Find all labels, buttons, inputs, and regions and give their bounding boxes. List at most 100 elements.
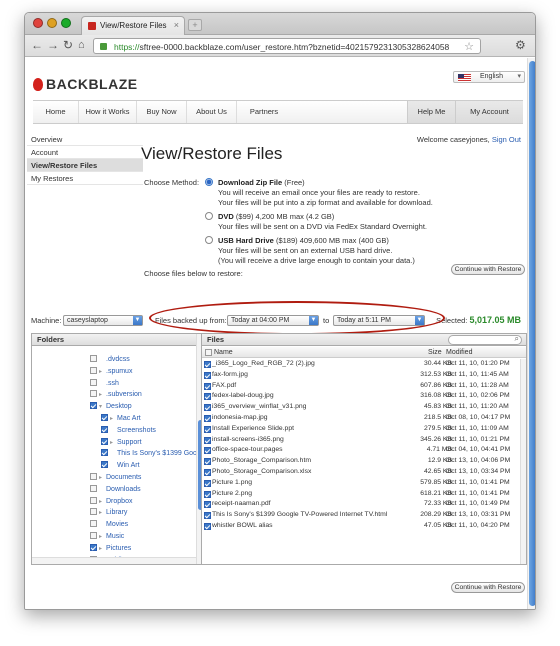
disclosure-closed-icon[interactable]: ▸ [99, 367, 106, 378]
nav-about-us[interactable]: About Us [187, 101, 237, 123]
column-size[interactable]: Size [428, 347, 442, 358]
folder-row[interactable]: ▾ Desktop [90, 401, 132, 412]
file-row[interactable]: FAX.pdf 607.86 KB Oct 11, 10, 11:28 AM [202, 381, 526, 392]
folder-name[interactable]: This Is Sony's $1399 Google... [117, 450, 202, 457]
folder-row[interactable]: .dvdcss [90, 354, 130, 365]
folder-name[interactable]: Win Art [117, 462, 140, 469]
folder-checkbox[interactable] [90, 355, 97, 362]
radio-usb[interactable] [205, 236, 213, 244]
folder-row[interactable]: ▸ Support [101, 437, 142, 448]
file-checkbox[interactable] [204, 469, 211, 476]
folder-row[interactable]: ▸ Mac Art [101, 413, 141, 424]
folder-name[interactable]: .subversion [106, 391, 142, 398]
file-row[interactable]: install-screens-i365.png 345.26 KB Oct 11,… [202, 435, 526, 446]
file-checkbox[interactable] [204, 371, 211, 379]
folder-checkbox[interactable] [90, 543, 97, 551]
folder-name[interactable]: .spumux [106, 368, 132, 375]
file-row[interactable]: indonesia-map.jpg 218.5 KB Oct 08, 10, 04:… [202, 413, 526, 424]
file-checkbox[interactable] [204, 361, 211, 368]
disclosure-closed-icon[interactable]: ▸ [99, 508, 106, 519]
folder-checkbox[interactable] [90, 532, 97, 539]
bookmark-star-icon[interactable]: ☆ [464, 40, 474, 53]
machine-select[interactable]: caseyslaptop ▼ [63, 315, 143, 326]
folder-name[interactable]: Music [106, 533, 124, 540]
home-icon[interactable]: ⌂ [78, 39, 85, 51]
zoom-window-icon[interactable] [61, 18, 71, 28]
folder-name[interactable]: Documents [106, 474, 141, 481]
folder-name[interactable]: .ssh [106, 380, 119, 387]
folder-checkbox[interactable] [101, 425, 108, 433]
folder-checkbox[interactable] [90, 473, 97, 480]
new-tab-button[interactable]: + [188, 19, 202, 31]
files-scrollbar[interactable] [520, 359, 526, 564]
disclosure-closed-icon[interactable]: ▸ [99, 497, 106, 508]
file-row[interactable]: _i365_Logo_Red_RGB_72 (2).jpg 30.44 KB Oct… [202, 359, 526, 370]
folder-row[interactable]: Movies [90, 519, 128, 530]
folder-checkbox[interactable] [90, 402, 97, 410]
back-arrow-icon[interactable]: ← [31, 39, 43, 51]
file-row[interactable]: Photo_Storage_Comparison.htm 12.9 KB Oct 1… [202, 456, 526, 467]
file-row[interactable]: fedex-label-doug.jpg 316.08 KB Oct 11, 10,… [202, 391, 526, 402]
file-row[interactable]: Picture 2.png 618.21 KB Oct 11, 10, 01:41 … [202, 489, 526, 500]
folder-checkbox[interactable] [90, 496, 97, 504]
folder-name[interactable]: Dropbox [106, 498, 132, 505]
folder-row[interactable]: Screenshots [101, 425, 156, 436]
folder-name[interactable]: Library [106, 509, 127, 516]
folder-row[interactable]: ▸ .spumux [90, 366, 132, 377]
folder-checkbox[interactable] [101, 449, 108, 457]
folder-row[interactable]: .ssh [90, 378, 119, 389]
browser-tab[interactable]: View/Restore Files × [81, 16, 185, 35]
folder-checkbox[interactable] [101, 461, 108, 469]
folder-checkbox[interactable] [90, 390, 97, 398]
folder-row[interactable]: ▸ Dropbox [90, 496, 132, 507]
file-checkbox[interactable] [204, 501, 211, 509]
disclosure-closed-icon[interactable]: ▸ [99, 473, 106, 484]
nav-help-me[interactable]: Help Me [407, 101, 455, 123]
file-checkbox[interactable] [204, 425, 211, 433]
reload-icon[interactable]: ↻ [63, 39, 73, 51]
column-name[interactable]: Name [214, 347, 233, 358]
disclosure-closed-icon[interactable]: ▸ [110, 438, 117, 449]
file-checkbox[interactable] [204, 382, 211, 390]
folder-row[interactable]: ▸ Documents [90, 472, 141, 483]
file-row[interactable]: fax-form.jpg 312.53 KB Oct 11, 10, 11:45 A… [202, 370, 526, 381]
files-search-input[interactable]: ⌕ [448, 334, 522, 345]
folder-name[interactable]: Movies [106, 521, 128, 528]
nav-home[interactable]: Home [33, 101, 79, 123]
radio-dvd[interactable] [205, 212, 213, 220]
column-modified[interactable]: Modified [446, 347, 472, 358]
folder-name[interactable]: Downloads [106, 486, 141, 493]
file-row[interactable]: This Is Sony's $1399 Google TV-Powered I… [202, 510, 526, 521]
continue-restore-button-top[interactable]: Continue with Restore [451, 264, 525, 275]
file-checkbox[interactable] [204, 393, 211, 401]
close-tab-icon[interactable]: × [174, 20, 179, 30]
file-checkbox[interactable] [204, 436, 211, 444]
radio-zip[interactable] [205, 178, 213, 186]
folder-row[interactable]: Win Art [101, 460, 140, 471]
file-checkbox[interactable] [204, 458, 211, 466]
folder-row[interactable]: Downloads [90, 484, 141, 495]
folder-name[interactable]: .dvdcss [106, 356, 130, 363]
folder-name[interactable]: Screenshots [117, 427, 156, 434]
close-window-icon[interactable] [33, 18, 43, 28]
disclosure-closed-icon[interactable]: ▸ [110, 414, 117, 425]
file-row[interactable]: office-space-tour.pages 4.71 MB Oct 04, 10… [202, 445, 526, 456]
select-all-checkbox[interactable] [205, 349, 212, 356]
file-row[interactable]: i365_overview_winflat_v31.png 45.83 KB Oct… [202, 402, 526, 413]
file-checkbox[interactable] [204, 490, 211, 498]
folder-checkbox[interactable] [90, 366, 97, 374]
folder-row[interactable]: ▸ Library [90, 507, 127, 518]
disclosure-closed-icon[interactable]: ▸ [99, 544, 106, 555]
minimize-window-icon[interactable] [47, 18, 57, 28]
folder-row[interactable]: This Is Sony's $1399 Google... [101, 448, 202, 459]
folder-checkbox[interactable] [90, 508, 97, 516]
language-select[interactable]: English ▾ [453, 71, 525, 83]
page-scroll-thumb[interactable] [529, 61, 535, 606]
sidebar-item-view-restore[interactable]: View/Restore Files [27, 159, 143, 172]
file-row[interactable]: receipt-naaman.pdf 72.33 KB Oct 11, 10, 01… [202, 499, 526, 510]
file-checkbox[interactable] [204, 415, 211, 422]
nav-my-account[interactable]: My Account [455, 101, 523, 123]
file-checkbox[interactable] [204, 512, 211, 520]
file-row[interactable]: Install Experience Slide.ppt 279.5 KB Oct … [202, 424, 526, 435]
folder-row[interactable]: ▸ Music [90, 531, 124, 542]
